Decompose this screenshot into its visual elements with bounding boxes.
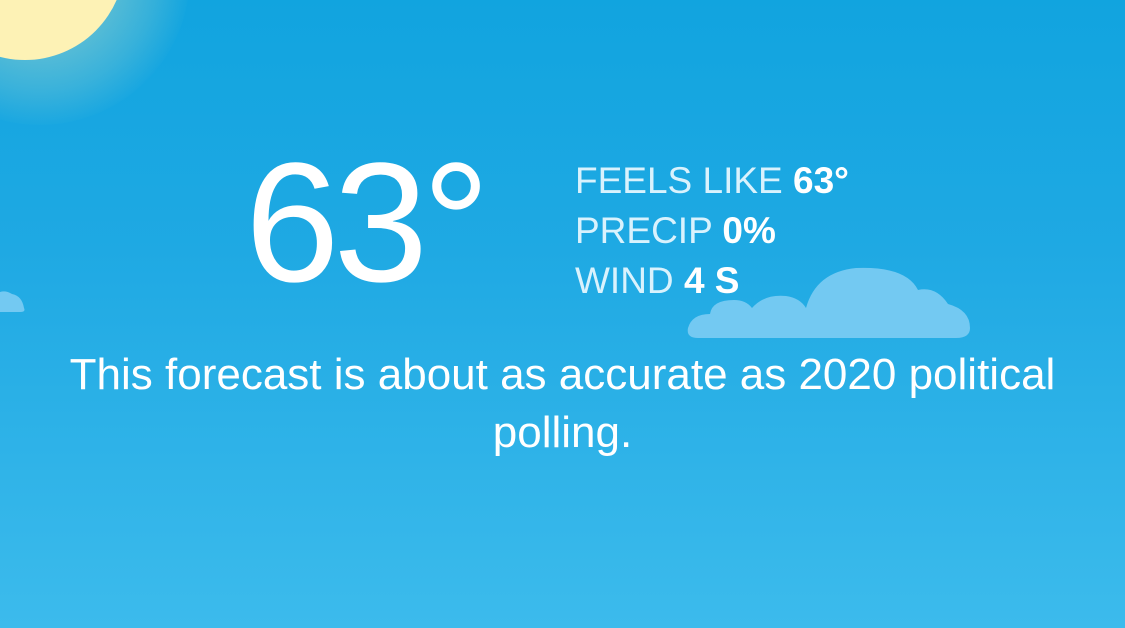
wind-row: WIND 4 S — [575, 256, 849, 306]
weather-details: FEELS LIKE 63° PRECIP 0% WIND 4 S — [575, 156, 849, 306]
cloud-icon — [0, 291, 25, 312]
precip-row: PRECIP 0% — [575, 206, 849, 256]
wind-label: WIND — [575, 260, 674, 301]
current-temperature: 63° — [245, 128, 490, 318]
forecast-message: This forecast is about as accurate as 20… — [69, 350, 1056, 457]
wind-value: 4 S — [683, 260, 740, 301]
precip-label: PRECIP — [575, 210, 713, 251]
feels-like-label: FEELS LIKE — [575, 160, 783, 201]
feels-like-value: 63° — [793, 160, 849, 201]
weather-background — [0, 0, 1125, 628]
feels-like-row: FEELS LIKE 63° — [575, 156, 849, 206]
precip-value: 0% — [722, 210, 776, 251]
